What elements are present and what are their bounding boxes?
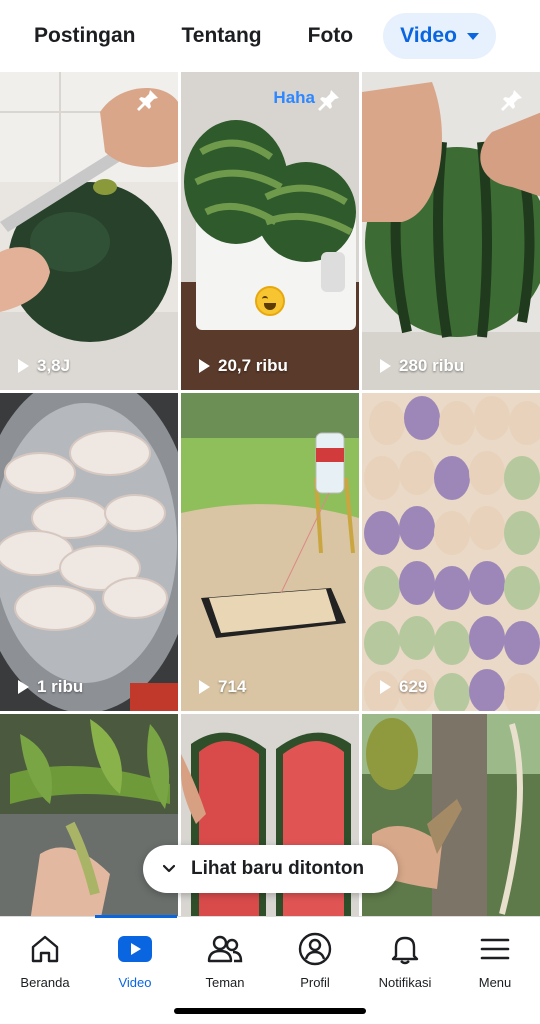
view-count: 714	[199, 677, 246, 697]
play-icon	[18, 680, 29, 694]
video-thumbnail[interactable]: 280 ribu	[362, 72, 540, 390]
video-grid: 3,8J Haha 20,7 ribu 280 ribu 1 ribu 714 …	[0, 72, 540, 916]
caret-down-icon	[466, 32, 479, 40]
play-icon	[18, 359, 29, 373]
tab-tentang[interactable]: Tentang	[166, 13, 278, 59]
play-icon	[380, 359, 391, 373]
play-icon	[199, 680, 210, 694]
nav-video[interactable]: Video	[90, 931, 180, 990]
active-tab-indicator	[95, 915, 177, 918]
menu-icon	[480, 938, 510, 960]
nav-beranda[interactable]: Beranda	[0, 931, 90, 990]
view-count-text: 20,7 ribu	[218, 356, 288, 375]
nav-label: Profil	[300, 975, 330, 990]
thumbnail-image	[362, 393, 540, 711]
tab-video[interactable]: Video	[383, 13, 496, 59]
view-count-text: 280 ribu	[399, 356, 465, 375]
view-count-text: 629	[399, 677, 428, 696]
nav-menu[interactable]: Menu	[450, 931, 540, 990]
pin-icon	[318, 90, 339, 111]
recently-watched-label: Lihat baru ditonton	[191, 858, 365, 879]
tab-foto[interactable]: Foto	[292, 13, 369, 59]
nav-notifikasi[interactable]: Notifikasi	[360, 931, 450, 990]
home-icon	[31, 935, 59, 963]
nav-label: Menu	[478, 975, 512, 990]
bell-icon	[391, 936, 419, 965]
home-indicator	[174, 1008, 366, 1014]
view-count: 20,7 ribu	[199, 356, 288, 376]
view-count: 3,8J	[18, 356, 70, 376]
thumbnail-image	[0, 393, 178, 711]
chevron-down-icon	[163, 864, 175, 873]
play-icon	[380, 680, 391, 694]
recently-watched-button[interactable]: Lihat baru ditonton	[143, 845, 398, 893]
video-thumbnail[interactable]: 1 ribu	[0, 393, 178, 711]
video-thumbnail[interactable]: 3,8J	[0, 72, 178, 390]
thumbnail-image	[0, 72, 178, 390]
view-count-text: 1 ribu	[37, 677, 84, 696]
nav-label: Beranda	[20, 975, 70, 990]
view-count: 280 ribu	[380, 356, 464, 376]
view-count-text: 3,8J	[37, 356, 71, 375]
video-thumbnail[interactable]: 629	[362, 393, 540, 711]
play-icon	[199, 359, 210, 373]
pin-icon	[501, 90, 522, 111]
profile-tabs: Postingan Tentang Foto Video	[0, 0, 540, 72]
tab-video-label: Video	[400, 24, 457, 47]
pin-icon	[137, 90, 158, 111]
view-count: 1 ribu	[18, 677, 83, 697]
tab-postingan[interactable]: Postingan	[18, 13, 152, 59]
bottom-navigation: Beranda Video Teman Profil Notifikasi Me…	[0, 915, 540, 1024]
thumbnail-image	[362, 72, 540, 390]
nav-label: Notifikasi	[378, 975, 432, 990]
view-count-text: 714	[218, 677, 247, 696]
nav-profil[interactable]: Profil	[270, 931, 360, 990]
video-thumbnail[interactable]: 714	[181, 393, 359, 711]
view-count: 629	[380, 677, 427, 697]
video-thumbnail[interactable]: Haha 20,7 ribu	[181, 72, 359, 390]
thumbnail-image	[181, 72, 359, 390]
thumbnail-image	[181, 393, 359, 711]
profile-icon	[298, 932, 332, 966]
reaction-label: Haha	[273, 88, 315, 107]
friends-icon	[207, 935, 243, 963]
laughing-emoji-icon	[255, 286, 285, 316]
nav-teman[interactable]: Teman	[180, 931, 270, 990]
video-play-icon	[118, 936, 152, 962]
nav-label: Video	[118, 975, 152, 990]
nav-label: Teman	[205, 975, 245, 990]
